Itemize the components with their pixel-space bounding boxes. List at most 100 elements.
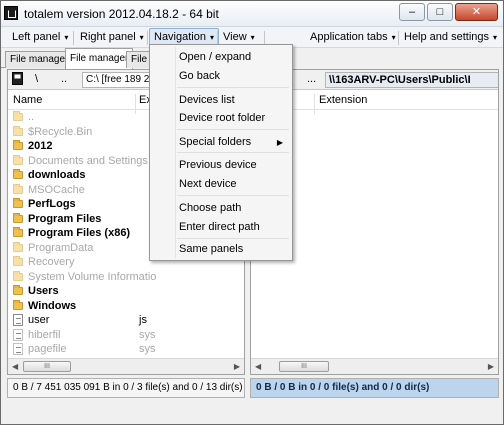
drive-icon[interactable] bbox=[12, 72, 23, 88]
menu-item-open-expand[interactable]: Open / expand bbox=[179, 51, 251, 63]
menu-item-device-root-folder[interactable]: Device root folder bbox=[179, 112, 265, 124]
file-name: Recovery bbox=[28, 256, 75, 268]
folder-icon bbox=[13, 140, 23, 150]
file-icon bbox=[13, 328, 23, 341]
window-title: totalem version 2012.04.18.2 - 64 bit bbox=[24, 7, 219, 21]
menu-separator bbox=[177, 195, 289, 196]
menu-right-panel-label: Right panel bbox=[80, 31, 136, 43]
scroll-right-icon[interactable]: ▶ bbox=[488, 362, 494, 371]
close-button[interactable]: ✕ bbox=[455, 3, 498, 21]
file-name: 2012 bbox=[28, 140, 53, 152]
minimize-button[interactable]: – bbox=[399, 3, 425, 21]
menu-view-label: View bbox=[223, 31, 247, 43]
right-status-bar: 0 B / 0 B in 0 / 0 file(s) and 0 / 0 dir… bbox=[250, 378, 499, 398]
file-row[interactable]: pagefile sys bbox=[8, 342, 244, 357]
folder-icon bbox=[13, 169, 23, 179]
file-extension: sys bbox=[139, 343, 156, 355]
file-row[interactable]: System Volume Informatio bbox=[8, 270, 244, 285]
folder-icon bbox=[13, 299, 23, 310]
file-name: Windows bbox=[28, 299, 77, 312]
menu-item-choose-path[interactable]: Choose path bbox=[179, 202, 241, 214]
file-row[interactable]: user js bbox=[8, 313, 244, 328]
menu-separator bbox=[217, 31, 218, 45]
file-name: pagefile bbox=[28, 343, 67, 355]
folder-icon bbox=[13, 256, 23, 266]
app-window: totalem version 2012.04.18.2 - 64 bit – … bbox=[0, 0, 504, 425]
scroll-left-icon[interactable]: ◀ bbox=[255, 362, 261, 371]
column-extension[interactable]: Extension bbox=[319, 94, 367, 106]
scroll-right-icon[interactable]: ▶ bbox=[234, 362, 240, 371]
chevron-down-icon: ▾ bbox=[493, 33, 498, 42]
file-row[interactable]: Windows bbox=[8, 299, 244, 314]
menu-separator bbox=[177, 129, 289, 130]
file-name: ProgramData bbox=[28, 241, 94, 254]
menu-item-go-back[interactable]: Go back bbox=[179, 70, 220, 82]
tab-file-manager-1[interactable]: File manager bbox=[5, 51, 74, 68]
file-extension: sys bbox=[139, 328, 156, 341]
file-name: MSOCache bbox=[28, 183, 85, 196]
file-icon bbox=[13, 314, 23, 326]
folder-icon bbox=[13, 227, 23, 237]
folder-icon bbox=[13, 270, 23, 281]
left-status-bar: 0 B / 7 451 035 091 B in 0 / 3 file(s) a… bbox=[7, 378, 245, 398]
file-name: Users bbox=[28, 285, 59, 297]
menu-application-tabs[interactable]: Application tabs ▾ bbox=[310, 31, 396, 43]
menu-application-tabs-label: Application tabs bbox=[310, 31, 388, 43]
folder-icon bbox=[13, 212, 23, 223]
file-row[interactable]: hiberfil sys bbox=[8, 328, 244, 343]
menu-navigation-label: Navigation bbox=[154, 31, 206, 43]
menu-separator bbox=[177, 238, 289, 239]
chevron-down-icon: ▾ bbox=[391, 33, 396, 42]
file-extension: js bbox=[139, 314, 147, 326]
folder-icon bbox=[13, 198, 23, 208]
menu-item-same-panels[interactable]: Same panels bbox=[179, 243, 243, 255]
scroll-left-icon[interactable]: ◀ bbox=[12, 362, 18, 371]
file-icon bbox=[13, 343, 23, 355]
maximize-button[interactable]: □ bbox=[427, 3, 453, 21]
column-name[interactable]: Name bbox=[13, 94, 42, 106]
menu-item-enter-direct-path[interactable]: Enter direct path bbox=[179, 221, 260, 233]
chevron-down-icon: ▾ bbox=[250, 33, 255, 42]
menu-item-next-device[interactable]: Next device bbox=[179, 178, 236, 190]
file-name: PerfLogs bbox=[28, 198, 76, 210]
navigation-menu: Open / expand Go back Devices list Devic… bbox=[149, 44, 293, 261]
chevron-down-icon: ▾ bbox=[139, 33, 144, 42]
folder-icon bbox=[13, 111, 23, 121]
parent-button[interactable]: ... bbox=[307, 73, 316, 85]
folder-icon bbox=[13, 125, 23, 136]
menu-item-special-folders[interactable]: Special folders bbox=[179, 136, 251, 148]
folder-icon bbox=[13, 285, 23, 295]
chevron-down-icon: ▾ bbox=[209, 33, 214, 42]
folder-icon bbox=[13, 241, 23, 252]
menu-separator bbox=[73, 31, 74, 45]
file-name: user bbox=[28, 314, 50, 326]
file-name: hiberfil bbox=[28, 328, 61, 341]
menu-left-panel[interactable]: Left panel ▾ bbox=[12, 31, 68, 43]
file-name: Program Files (x86) bbox=[28, 227, 131, 239]
root-button[interactable]: \ bbox=[35, 73, 38, 85]
column-divider[interactable] bbox=[314, 94, 315, 114]
app-icon bbox=[4, 6, 18, 20]
left-horizontal-scrollbar[interactable]: ◀ III ▶ bbox=[8, 358, 244, 374]
menu-separator bbox=[177, 152, 289, 153]
file-name: .. bbox=[28, 111, 35, 123]
right-horizontal-scrollbar[interactable]: ◀ III ▶ bbox=[251, 358, 498, 374]
file-name: Documents and Settings bbox=[28, 154, 148, 167]
parent-button[interactable]: .. bbox=[61, 73, 67, 85]
tab-file-manager-2[interactable]: File manager bbox=[65, 48, 134, 69]
menu-item-previous-device[interactable]: Previous device bbox=[179, 159, 257, 171]
scrollbar-thumb[interactable]: III bbox=[279, 361, 329, 372]
right-path-field[interactable]: \\163ARV-PC\Users\Public\I bbox=[325, 72, 498, 88]
window-controls: – □ ✕ bbox=[399, 3, 498, 21]
menu-view[interactable]: View ▾ bbox=[223, 31, 255, 43]
menu-help-settings-label: Help and settings bbox=[404, 31, 489, 43]
scrollbar-thumb[interactable]: III bbox=[23, 361, 71, 372]
file-row[interactable]: Users bbox=[8, 284, 244, 299]
menu-separator bbox=[264, 31, 265, 45]
menu-separator bbox=[147, 31, 148, 45]
file-name: $Recycle.Bin bbox=[28, 125, 93, 138]
menu-item-devices-list[interactable]: Devices list bbox=[179, 94, 235, 106]
menu-help-settings[interactable]: Help and settings ▾ bbox=[404, 31, 497, 43]
menu-right-panel[interactable]: Right panel ▾ bbox=[80, 31, 144, 43]
folder-icon bbox=[13, 154, 23, 165]
